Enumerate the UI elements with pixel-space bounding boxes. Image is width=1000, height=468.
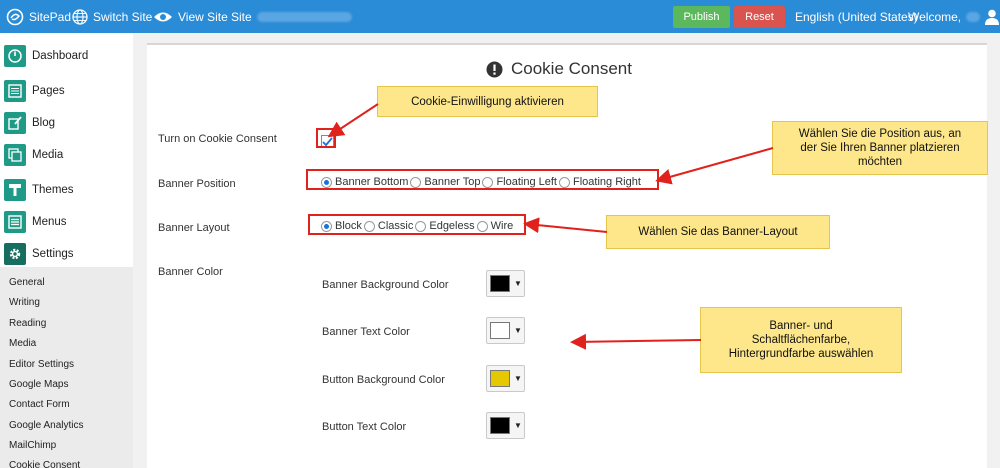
eye-icon bbox=[154, 12, 172, 21]
alert-icon bbox=[486, 61, 503, 77]
turn-on-label: Turn on Cookie Consent bbox=[158, 133, 277, 145]
site-selector[interactable]: Site bbox=[231, 0, 352, 33]
button-text-color-label: Button Text Color bbox=[322, 421, 407, 433]
brand-link[interactable]: SitePad bbox=[6, 0, 71, 33]
view-site-label: View Site bbox=[178, 9, 228, 24]
language-label: English (United States) bbox=[795, 9, 918, 24]
submenu-item-general[interactable]: General bbox=[9, 277, 45, 288]
site-url-blurred bbox=[256, 11, 352, 22]
sidebar-item-label: Blog bbox=[32, 117, 56, 129]
sidebar-item-label: Themes bbox=[32, 184, 74, 196]
sidebar-item-label: Menus bbox=[32, 216, 67, 228]
publish-button[interactable]: Publish bbox=[673, 6, 730, 28]
annotation-note-layout: Wählen Sie das Banner-Layout bbox=[606, 215, 830, 249]
note-line: Wählen Sie die Position aus, an bbox=[798, 128, 962, 140]
sidebar-item-pages[interactable]: Pages bbox=[0, 76, 133, 106]
note-line: der Sie Ihren Banner platzieren bbox=[800, 142, 960, 154]
language-selector[interactable]: English (United States) bbox=[795, 0, 918, 33]
sidebar-item-themes[interactable]: Themes bbox=[0, 175, 133, 205]
menus-icon bbox=[4, 211, 26, 233]
sidebar-item-blog[interactable]: Blog bbox=[0, 108, 133, 138]
caret-down-icon: ▼ bbox=[514, 421, 522, 430]
pages-icon bbox=[4, 80, 26, 102]
sidebar-item-label: Pages bbox=[32, 85, 65, 97]
themes-icon bbox=[4, 179, 26, 201]
view-site-link[interactable]: View Site bbox=[153, 0, 228, 33]
submenu-item-reading[interactable]: Reading bbox=[9, 318, 46, 329]
annotation-note-colors: Banner- und Schaltflächenfarbe, Hintergr… bbox=[700, 307, 902, 373]
dashboard-icon bbox=[4, 45, 26, 67]
top-bar: SitePad Switch Site View Site Site Publi… bbox=[0, 0, 1000, 33]
layout-highlight-box bbox=[308, 214, 526, 235]
sidebar-item-label: Dashboard bbox=[32, 50, 89, 62]
sidebar-item-label: Settings bbox=[32, 248, 74, 260]
sidebar-item-menus[interactable]: Menus bbox=[0, 207, 133, 237]
gear-icon bbox=[4, 243, 26, 265]
media-icon bbox=[4, 144, 26, 166]
caret-down-icon: ▼ bbox=[514, 326, 522, 335]
switch-site-label: Switch Site bbox=[93, 9, 153, 24]
submenu-item-contact-form[interactable]: Contact Form bbox=[9, 399, 70, 410]
note-line: Hintergrundfarbe auswählen bbox=[728, 348, 874, 360]
submenu-item-mailchimp[interactable]: MailChimp bbox=[9, 440, 56, 451]
submenu-item-media[interactable]: Media bbox=[9, 338, 36, 349]
banner-text-color-picker[interactable]: ▼ bbox=[486, 317, 525, 344]
sidebar-item-dashboard[interactable]: Dashboard bbox=[0, 41, 133, 71]
user-menu[interactable]: Welcome, bbox=[908, 0, 1000, 33]
submenu-item-google-maps[interactable]: Google Maps bbox=[9, 379, 68, 390]
settings-submenu: General Writing Reading Media Editor Set… bbox=[0, 267, 133, 468]
switch-site-link[interactable]: Switch Site bbox=[72, 0, 152, 33]
note-line: Banner- und bbox=[769, 320, 833, 332]
submenu-item-cookie-consent[interactable]: Cookie Consent bbox=[9, 460, 80, 468]
button-text-color-picker[interactable]: ▼ bbox=[486, 412, 525, 439]
globe-icon bbox=[72, 8, 88, 25]
page-title-text: Cookie Consent bbox=[511, 59, 632, 78]
note-line: möchten bbox=[857, 156, 903, 168]
color-swatch bbox=[490, 370, 510, 387]
sidebar-item-media[interactable]: Media bbox=[0, 140, 133, 170]
banner-color-label: Banner Color bbox=[158, 266, 223, 278]
banner-position-label: Banner Position bbox=[158, 178, 236, 190]
caret-down-icon: ▼ bbox=[514, 279, 522, 288]
sidebar-item-settings[interactable]: Settings bbox=[0, 239, 133, 269]
position-highlight-box bbox=[306, 169, 659, 190]
site-label: Site bbox=[231, 9, 252, 24]
caret-down-icon: ▼ bbox=[514, 374, 522, 383]
brand-label: SitePad bbox=[29, 9, 72, 24]
annotation-note-enable: Cookie-Einwilligung aktivieren bbox=[377, 86, 598, 117]
button-background-color-picker[interactable]: ▼ bbox=[486, 365, 525, 392]
username-blurred bbox=[966, 11, 981, 22]
banner-background-color-label: Banner Background Color bbox=[322, 279, 449, 291]
banner-layout-label: Banner Layout bbox=[158, 222, 230, 234]
submenu-item-google-analytics[interactable]: Google Analytics bbox=[9, 420, 84, 431]
checkbox-highlight-box bbox=[316, 128, 336, 148]
page-title: Cookie Consent bbox=[486, 59, 632, 79]
sitepad-logo-icon bbox=[6, 8, 24, 25]
submenu-item-editor-settings[interactable]: Editor Settings bbox=[9, 359, 74, 370]
blog-icon bbox=[4, 112, 26, 134]
button-background-color-label: Button Background Color bbox=[322, 374, 445, 386]
sidebar-item-label: Media bbox=[32, 149, 64, 161]
sidebar: Dashboard Pages Blog Media Themes Menus bbox=[0, 33, 133, 468]
submenu-item-writing[interactable]: Writing bbox=[9, 297, 40, 308]
banner-background-color-picker[interactable]: ▼ bbox=[486, 270, 525, 297]
welcome-label: Welcome, bbox=[908, 9, 962, 24]
note-line: Schaltflächenfarbe, bbox=[751, 334, 851, 346]
color-swatch bbox=[490, 322, 510, 339]
color-swatch bbox=[490, 417, 510, 434]
banner-text-color-label: Banner Text Color bbox=[322, 326, 410, 338]
user-icon bbox=[985, 9, 1000, 25]
annotation-note-position: Wählen Sie die Position aus, an der Sie … bbox=[772, 121, 988, 175]
color-swatch bbox=[490, 275, 510, 292]
reset-button[interactable]: Reset bbox=[734, 6, 785, 28]
